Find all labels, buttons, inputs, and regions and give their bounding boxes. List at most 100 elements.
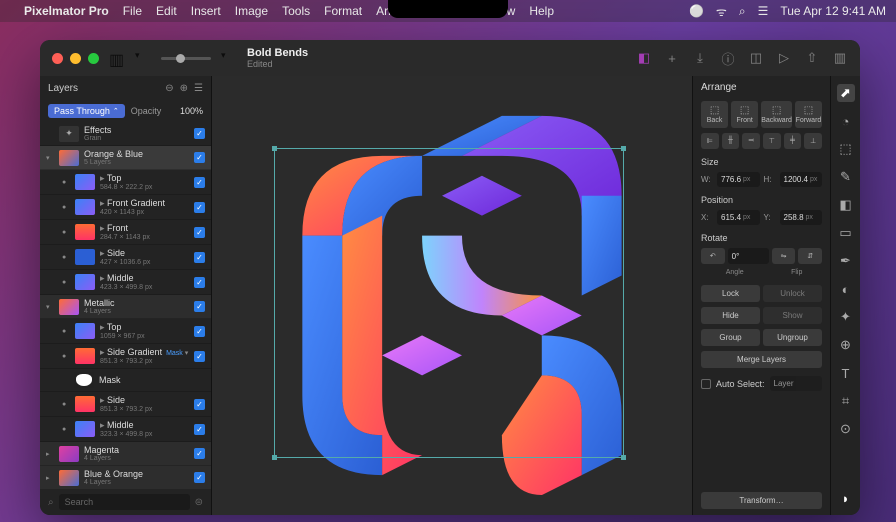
unlock-button[interactable]: Unlock <box>763 285 822 302</box>
group-button[interactable]: Group <box>701 329 760 346</box>
merge-layers-button[interactable]: Merge Layers <box>701 351 822 368</box>
auto-select-mode[interactable]: Layer <box>770 376 822 391</box>
shape-tool-icon[interactable]: ▭ <box>837 224 855 242</box>
selection-bounds[interactable] <box>274 148 624 458</box>
menu-edit[interactable]: Edit <box>156 4 177 18</box>
disclosure-triangle-icon[interactable]: ▸ <box>46 450 54 458</box>
layer-front[interactable]: ● ▸ Front284.7 × 1143 px ✓ <box>40 220 211 245</box>
visibility-checkbox[interactable]: ✓ <box>194 326 205 337</box>
visibility-checkbox[interactable]: ✓ <box>194 177 205 188</box>
crop-tool-icon[interactable]: ⌗ <box>837 392 855 410</box>
layer-visibility-icon[interactable]: ⊖ <box>165 83 173 94</box>
layer-menu-icon[interactable]: ☰ <box>194 83 203 94</box>
fullscreen-window-button[interactable] <box>88 53 99 64</box>
align-left-button[interactable]: ⊫ <box>701 133 719 149</box>
menu-file[interactable]: File <box>123 4 142 18</box>
filter-icon[interactable]: ⊜ <box>195 497 203 508</box>
layer-group-orange-blue[interactable]: ▾ Orange & Blue5 Layers ✓ <box>40 146 211 170</box>
rotate-ccw-button[interactable]: ↶ <box>701 248 725 264</box>
wifi-icon[interactable]: ᯤ <box>716 3 727 20</box>
info-icon[interactable]: ⓘ <box>720 50 736 66</box>
layer-group-metallic[interactable]: ▾ Metallic4 Layers ✓ <box>40 295 211 319</box>
add-icon[interactable]: + <box>664 50 680 66</box>
x-field[interactable]: 615.4px <box>717 210 760 225</box>
send-to-back-button[interactable]: ⬚Back <box>701 101 728 128</box>
color-picker-icon[interactable]: ◗ <box>837 489 855 507</box>
align-center-button[interactable]: ╫ <box>722 133 740 149</box>
pen-tool-icon[interactable]: ✒ <box>837 252 855 270</box>
visibility-checkbox[interactable]: ✓ <box>194 252 205 263</box>
preview-icon[interactable]: ▷ <box>776 50 792 66</box>
auto-select-checkbox[interactable] <box>701 379 711 389</box>
canvas[interactable] <box>212 76 692 515</box>
bring-forward-button[interactable]: ⬚Forward <box>795 101 822 128</box>
sidebar-toggle-icon[interactable]: ▥ <box>109 50 125 66</box>
transform-button[interactable]: Transform… <box>701 492 822 509</box>
blend-mode-select[interactable]: Pass Through⌃ <box>48 104 125 118</box>
clock[interactable]: Tue Apr 12 9:41 AM <box>780 4 886 18</box>
visibility-checkbox[interactable]: ✓ <box>194 128 205 139</box>
layer-group-magenta[interactable]: ▸ Magenta4 Layers ✓ <box>40 442 211 466</box>
align-top-button[interactable]: ⊤ <box>763 133 781 149</box>
layer-side-gradient[interactable]: ● ▸ Side GradientMask ▾851.3 × 793.2 px … <box>40 344 211 369</box>
app-name[interactable]: Pixelmator Pro <box>24 4 109 18</box>
wifi-icon[interactable]: ⚪ <box>689 4 704 18</box>
layer-add-icon[interactable]: ⊕ <box>180 83 188 94</box>
visibility-checkbox[interactable]: ✓ <box>194 351 205 362</box>
style-tool-icon[interactable]: ◔ <box>837 112 855 130</box>
angle-field[interactable]: 0° <box>728 248 769 264</box>
layer-search-input[interactable] <box>59 494 190 510</box>
disclosure-triangle-icon[interactable]: ▾ <box>46 303 54 311</box>
zoom-slider[interactable] <box>161 57 211 60</box>
visibility-checkbox[interactable]: ✓ <box>194 472 205 483</box>
ungroup-button[interactable]: Ungroup <box>763 329 822 346</box>
chevron-down-icon[interactable]: ▾ <box>221 50 237 66</box>
opacity-value[interactable]: 100% <box>180 106 203 116</box>
type-tool-icon[interactable]: T <box>837 364 855 382</box>
flip-vertical-button[interactable]: ⇵ <box>798 248 822 264</box>
visibility-checkbox[interactable]: ✓ <box>194 227 205 238</box>
align-bottom-button[interactable]: ⊥ <box>804 133 822 149</box>
close-window-button[interactable] <box>52 53 63 64</box>
visibility-checkbox[interactable]: ✓ <box>194 399 205 410</box>
layer-middle[interactable]: ● ▸ Middle423.3 × 499.8 px ✓ <box>40 270 211 295</box>
show-button[interactable]: Show <box>763 307 822 324</box>
crop-icon[interactable]: ◫ <box>748 50 764 66</box>
zoom-tool-icon[interactable]: ⊙ <box>837 420 855 438</box>
color-adjust-icon[interactable]: ◧ <box>636 50 652 66</box>
control-center-icon[interactable]: ☰ <box>758 4 769 18</box>
layer-top-2[interactable]: ● ▸ Top1059 × 967 px ✓ <box>40 319 211 344</box>
menu-tools[interactable]: Tools <box>282 4 310 18</box>
layer-front-gradient[interactable]: ● ▸ Front Gradient420 × 1143 px ✓ <box>40 195 211 220</box>
width-field[interactable]: 776.6px <box>717 172 760 187</box>
menu-format[interactable]: Format <box>324 4 362 18</box>
repair-tool-icon[interactable]: ✦ <box>837 308 855 326</box>
arrange-tool-icon[interactable]: ⬈ <box>837 84 855 102</box>
align-right-button[interactable]: ⫤ <box>742 133 760 149</box>
share-icon[interactable]: ⇧ <box>804 50 820 66</box>
visibility-checkbox[interactable]: ✓ <box>194 277 205 288</box>
visibility-checkbox[interactable]: ✓ <box>194 424 205 435</box>
lock-button[interactable]: Lock <box>701 285 760 302</box>
layer-side-2[interactable]: ● ▸ Side851.3 × 793.2 px ✓ <box>40 392 211 417</box>
minimize-window-button[interactable] <box>70 53 81 64</box>
disclosure-triangle-icon[interactable]: ▾ <box>46 154 54 162</box>
bring-to-front-button[interactable]: ⬚Front <box>731 101 758 128</box>
y-field[interactable]: 258.8px <box>780 210 823 225</box>
send-backward-button[interactable]: ⬚Backward <box>761 101 792 128</box>
inspector-toggle-icon[interactable]: ▥ <box>832 50 848 66</box>
menu-help[interactable]: Help <box>529 4 554 18</box>
layer-middle-2[interactable]: ● ▸ Middle323.3 × 499.8 px ✓ <box>40 417 211 442</box>
layer-side[interactable]: ● ▸ Side427 × 1036.6 px ✓ <box>40 245 211 270</box>
disclosure-triangle-icon[interactable]: ▸ <box>46 474 54 482</box>
mask-link[interactable]: Mask <box>166 350 183 357</box>
layer-top[interactable]: ● ▸ Top584.8 × 222.2 px ✓ <box>40 170 211 195</box>
layer-effects[interactable]: ✦ EffectsGrain ✓ <box>40 122 211 146</box>
selection-tool-icon[interactable]: ⬚ <box>837 140 855 158</box>
export-icon[interactable]: ⤓ <box>692 50 708 66</box>
menu-image[interactable]: Image <box>235 4 268 18</box>
visibility-checkbox[interactable]: ✓ <box>194 152 205 163</box>
hide-button[interactable]: Hide <box>701 307 760 324</box>
height-field[interactable]: 1200.4px <box>780 172 823 187</box>
chevron-down-icon[interactable]: ▾ <box>135 50 151 66</box>
